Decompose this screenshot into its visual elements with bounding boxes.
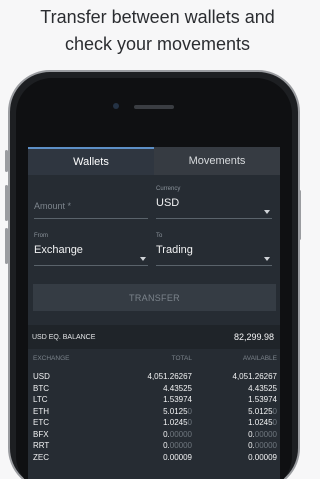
headline: Transfer between wallets and check your … (0, 4, 315, 58)
row-currency: LTC (33, 395, 48, 404)
row-available: 1.53974 (248, 395, 277, 404)
table-row[interactable]: ETH 5.01250 5.01250 (28, 407, 280, 419)
row-available: 4,051.26267 (232, 372, 278, 381)
row-available: 5.01250 (248, 406, 277, 416)
to-select[interactable]: To Trading (156, 233, 272, 266)
phone-volume-up (5, 185, 8, 221)
table-header: EXCHANGE TOTAL AVAILABLE (28, 355, 280, 372)
chevron-down-icon (140, 257, 146, 261)
row-total: 5.01250 (163, 406, 192, 416)
row-currency: BFX (33, 429, 49, 439)
transfer-form: Amount * Currency USD From Exchange To T… (28, 175, 280, 318)
row-currency: ETH (33, 406, 49, 416)
headline-line-1: Transfer between wallets and (40, 7, 275, 27)
chevron-down-icon (264, 257, 270, 261)
currency-value: USD (156, 197, 180, 209)
header-exchange: EXCHANGE (33, 355, 70, 362)
table-row[interactable]: LTC 1.53974 1.53974 (28, 395, 280, 407)
row-total: 0.00000 (163, 441, 192, 450)
table-row[interactable]: RRT 0.00000 0.00000 (28, 441, 280, 453)
row-currency: USD (33, 372, 50, 381)
to-label: To (156, 233, 163, 239)
speaker-grille (134, 105, 174, 109)
from-value: Exchange (34, 244, 83, 256)
row-available: 4.43525 (248, 383, 277, 393)
row-total: 4,051.26267 (147, 372, 193, 381)
tab-bar: Wallets Movements (28, 147, 280, 175)
row-total: 0.00009 (163, 452, 192, 462)
header-available: AVAILABLE (242, 355, 277, 362)
currency-select[interactable]: Currency USD (156, 186, 272, 219)
amount-placeholder: Amount * (34, 201, 72, 211)
table-row[interactable]: BTC 4.43525 4.43525 (28, 384, 280, 396)
row-available: 1.02450 (248, 418, 277, 427)
table-row[interactable]: BFX 0.00000 0.00000 (28, 430, 280, 442)
row-total: 1.02450 (163, 418, 192, 427)
to-value: Trading (156, 244, 193, 256)
app-screen: Wallets Movements Amount * Currency USD … (28, 147, 280, 479)
tab-movements[interactable]: Movements (154, 147, 280, 175)
row-currency: RRT (33, 441, 50, 450)
row-available: 0.00009 (248, 452, 277, 462)
row-total: 1.53974 (163, 395, 192, 404)
phone-side-button (5, 150, 8, 172)
row-currency: ETC (33, 418, 49, 427)
balance-label: USD EQ. BALANCE (32, 333, 96, 341)
row-available: 0.00000 (248, 441, 277, 450)
row-total: 4.43525 (163, 383, 192, 393)
table-row[interactable]: ZEC 0.00009 0.00009 (28, 453, 280, 465)
row-currency: ZEC (33, 452, 49, 462)
headline-line-2: check your movements (64, 34, 251, 54)
currency-label: Currency (156, 186, 181, 192)
transfer-button[interactable]: TRANSFER (33, 284, 276, 311)
chevron-down-icon (264, 210, 270, 214)
tab-wallets[interactable]: Wallets (28, 147, 154, 175)
wallet-table: EXCHANGE TOTAL AVAILABLE USD 4,051.26267… (28, 355, 280, 464)
row-available: 0.00000 (248, 429, 277, 439)
balance-value: 82,299.98 (233, 332, 274, 342)
from-select[interactable]: From Exchange (34, 233, 148, 266)
phone-power-button (298, 190, 301, 240)
phone-volume-down (5, 228, 8, 264)
row-total: 0.00000 (163, 429, 192, 439)
header-total: TOTAL (171, 355, 192, 362)
amount-field[interactable]: Amount * (34, 201, 148, 219)
row-currency: BTC (33, 383, 49, 393)
table-row[interactable]: ETC 1.02450 1.02450 (28, 418, 280, 430)
table-row[interactable]: USD 4,051.26267 4,051.26267 (28, 372, 280, 384)
camera-icon (113, 103, 119, 109)
usd-balance-bar: USD EQ. BALANCE 82,299.98 (28, 325, 280, 349)
from-label: From (34, 233, 48, 239)
